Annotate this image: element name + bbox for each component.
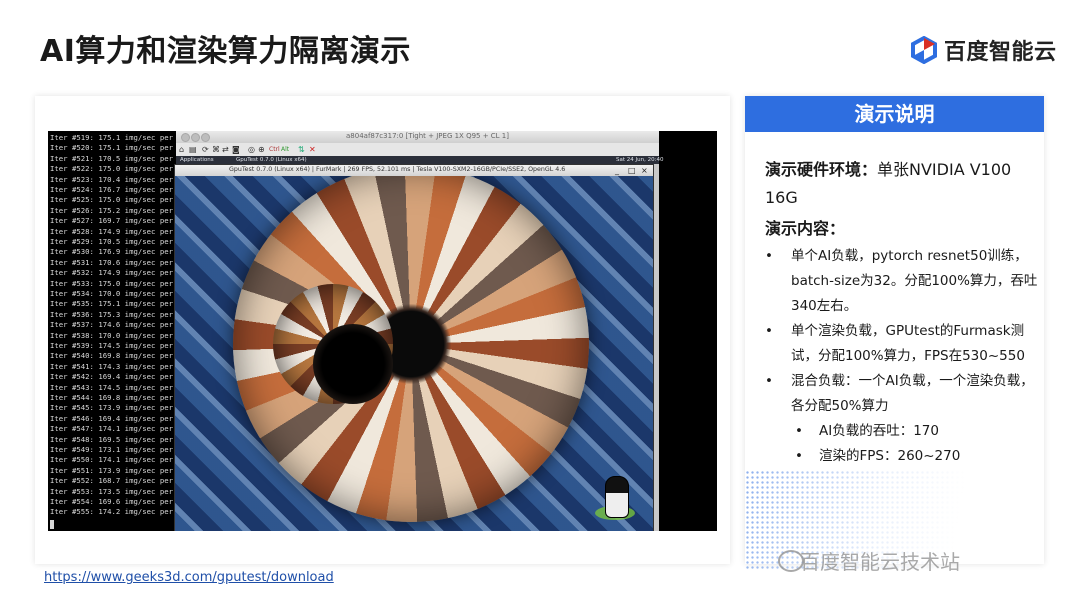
minimize-icon[interactable]: _ — [615, 165, 619, 176]
terminal-line: Iter #541: 174.3 img/sec per GPU — [50, 361, 191, 371]
terminal-line: Iter #526: 175.2 img/sec per GPU — [50, 205, 191, 215]
terminal-line: Iter #523: 170.4 img/sec per GPU — [50, 174, 191, 184]
terminal-line: Iter #550: 174.1 img/sec per GPU — [50, 455, 191, 465]
gputest-window[interactable]: GpuTest 0.7.0 (Linux x64) | FurMark | 26… — [174, 164, 654, 531]
terminal-line: Iter #551: 173.9 img/sec per GPU — [50, 465, 191, 475]
gputest-title: GpuTest 0.7.0 (Linux x64) | FurMark | 26… — [229, 166, 566, 173]
terminal-line: Iter #537: 174.6 img/sec per GPU — [50, 320, 191, 330]
terminal-line: Iter #542: 169.4 img/sec per GPU — [50, 372, 191, 382]
baidu-cloud-logo-icon — [911, 36, 937, 64]
page-title: AI算力和渲染算力隔离演示 — [40, 34, 411, 69]
terminal-line: Iter #539: 174.5 img/sec per GPU — [50, 341, 191, 350]
remote-screen[interactable]: Iter #519: 175.1 img/sec per GPU Iter #52… — [48, 131, 717, 531]
sub-list-item: • 渲染的FPS：260~270 — [795, 448, 961, 464]
terminal-line: Iter #521: 170.5 img/sec per GPU — [50, 153, 191, 163]
terminal-line: Iter #544: 169.8 img/sec per GPU — [50, 393, 191, 402]
window-close-dot-icon[interactable] — [181, 133, 190, 142]
info-panel-body: 演示硬件环境：单张NVIDIA V100 16G 演示内容： • 单个AI负载，p… — [765, 156, 1040, 469]
terminal-line: Iter #547: 174.1 img/sec per GPU — [50, 424, 191, 434]
terminal-line: Iter #531: 170.6 img/sec per GPU — [50, 257, 191, 267]
applications-menu[interactable]: Applications — [180, 156, 214, 164]
terminal-line: Iter #528: 174.9 img/sec per GPU — [50, 226, 191, 236]
terminal-line: Iter #552: 168.7 img/sec per GPU — [50, 476, 191, 486]
list-item: • 单个AI负载，pytorch resnet50训练，batch-size为32… — [765, 248, 1038, 314]
logo: 百度智能云 — [910, 34, 1057, 66]
window-zoom-dot-icon[interactable] — [201, 133, 210, 142]
logo-text: 百度智能云 — [944, 40, 1057, 65]
terminal-line: Iter #536: 175.3 img/sec per GPU — [50, 309, 191, 319]
vnc-titlebar[interactable]: a804af87c317:0 [Tight + JPEG 1X Q95 + CL… — [176, 131, 659, 143]
vnc-viewer-window[interactable]: a804af87c317:0 [Tight + JPEG 1X Q95 + CL… — [174, 131, 663, 531]
terminal-line: Iter #540: 169.8 img/sec per GPU — [50, 351, 191, 361]
home-icon[interactable]: ⌂ — [179, 145, 184, 154]
disconnect-icon[interactable]: ✕ — [309, 145, 316, 154]
list-item: • 混合负载：一个AI负载，一个渲染负载，各分配50%算力 — [765, 373, 1034, 414]
terminal-line: Iter #555: 174.2 img/sec per GPU — [50, 507, 191, 517]
options-icon[interactable]: ▤ — [189, 145, 197, 154]
hardware-env-label: 演示硬件环境： — [765, 160, 878, 179]
terminal-line: Iter #532: 174.9 img/sec per GPU — [50, 268, 191, 278]
tux-penguin-icon — [605, 476, 629, 518]
binoculars-icon[interactable]: ◎ — [248, 145, 255, 154]
terminal-line: Iter #530: 176.9 img/sec per GPU — [50, 247, 191, 257]
terminal-line: Iter #527: 169.7 img/sec per GPU — [50, 216, 191, 226]
clipboard-icon[interactable]: ⇄ — [222, 145, 229, 154]
camera-icon[interactable]: ◙ — [232, 145, 240, 154]
vnc-toolbar: ⌂ ▤ ⟳ ⌘ ⇄ ◙ ◎ ⊕ Ctrl Alt ⇅ ✕ — [176, 143, 659, 157]
terminal-line: Iter #549: 173.1 img/sec per GPU — [50, 445, 191, 454]
terminal-line: Iter #524: 176.7 img/sec per GPU — [50, 185, 191, 194]
furmark-render-canvas[interactable] — [175, 176, 653, 531]
terminal-line: Iter #546: 169.4 img/sec per GPU — [50, 413, 191, 423]
terminal-line: Iter #520: 175.1 img/sec per GPU — [50, 143, 191, 153]
terminal-panel[interactable]: Iter #519: 175.1 img/sec per GPU Iter #52… — [48, 131, 191, 531]
sub-list-item: • AI负载的吞吐：170 — [795, 423, 939, 439]
terminal-line: Iter #525: 175.0 img/sec per GPU — [50, 195, 191, 205]
terminal-line: Iter #553: 173.5 img/sec per GPU — [50, 486, 191, 496]
content-label: 演示内容： — [765, 219, 846, 238]
desktop-clock: Sat 24 Jun, 20:40 — [616, 157, 664, 163]
terminal-cursor — [50, 520, 54, 529]
terminal-line: Iter #535: 175.1 img/sec per GPU — [50, 299, 191, 309]
terminal-line: Iter #538: 170.0 img/sec per GPU — [50, 330, 191, 340]
watermark-text: 百度智能云技术站 — [800, 550, 960, 574]
transfer-icon[interactable]: ⇅ — [298, 145, 305, 154]
maximize-icon[interactable]: □ — [628, 165, 636, 176]
desktop-top-bar: Applications GpuTest 0.7.0 (Linux x64) S… — [176, 156, 663, 164]
hardware-env: 演示硬件环境：单张NVIDIA V100 16G — [765, 156, 1040, 212]
zoom-icon[interactable]: ⊕ — [258, 145, 265, 154]
fur-donut-hole — [313, 324, 393, 404]
terminal-line: Iter #529: 170.5 img/sec per GPU — [50, 237, 191, 246]
refresh-icon[interactable]: ⟳ — [202, 145, 209, 154]
ctrl-alt-del-icon[interactable]: ⌘ — [212, 145, 220, 154]
ctrl-key-button[interactable]: Ctrl — [269, 145, 280, 154]
vnc-window-title: a804af87c317:0 [Tight + JPEG 1X Q95 + CL… — [346, 132, 509, 140]
terminal-line: Iter #543: 174.5 img/sec per GPU — [50, 382, 191, 392]
close-icon[interactable]: × — [641, 165, 648, 176]
terminal-line: Iter #554: 169.6 img/sec per GPU — [50, 497, 191, 506]
terminal-line: Iter #522: 175.0 img/sec per GPU — [50, 164, 191, 174]
window-minimize-dot-icon[interactable] — [191, 133, 200, 142]
alt-key-button[interactable]: Alt — [281, 145, 289, 154]
taskbar-gputest[interactable]: GpuTest 0.7.0 (Linux x64) — [236, 156, 307, 164]
terminal-line: Iter #519: 175.1 img/sec per GPU — [50, 133, 191, 142]
info-panel-header: 演示说明 — [745, 96, 1044, 132]
terminal-line: Iter #545: 173.9 img/sec per GPU — [50, 403, 191, 413]
terminal-line: Iter #533: 175.0 img/sec per GPU — [50, 278, 191, 288]
terminal-line: Iter #548: 169.5 img/sec per GPU — [50, 434, 191, 444]
demo-screenshot-card: Iter #519: 175.1 img/sec per GPU Iter #52… — [35, 96, 730, 564]
gputest-download-link[interactable]: https://www.geeks3d.com/gputest/download — [44, 570, 334, 585]
list-item: • 单个渲染负载，GPUtest的Furmask测试，分配100%算力，FPS在5… — [765, 323, 1025, 364]
terminal-line: Iter #534: 170.0 img/sec per GPU — [50, 289, 191, 298]
